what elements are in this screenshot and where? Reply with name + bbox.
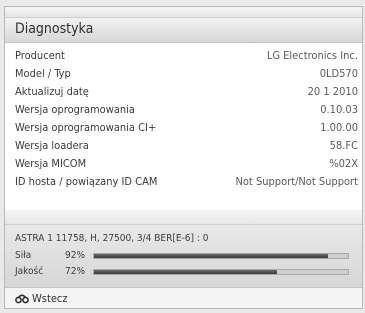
info-label: Producent xyxy=(15,49,65,62)
title-bar: Diagnostyka xyxy=(5,17,362,43)
meter-label: Jakość xyxy=(15,266,44,277)
info-row: Wersja loadera 58.FC xyxy=(5,137,362,154)
meter-bar xyxy=(93,253,349,259)
meter-bar xyxy=(93,269,349,275)
footer: Wstecz xyxy=(5,288,362,308)
info-row: Aktualizuj datę 20 1 2010 xyxy=(5,83,362,100)
back-icon xyxy=(15,294,29,304)
info-row: Wersja MICOM %02X xyxy=(5,155,362,172)
channel-info: ASTRA 1 11758, H, 27500, 3/4 BER[E-6] : … xyxy=(15,233,209,244)
signal-panel: ASTRA 1 11758, H, 27500, 3/4 BER[E-6] : … xyxy=(5,225,362,288)
info-label: Model / Typ xyxy=(15,67,71,80)
info-row: Wersja oprogramowania 0.10.03 xyxy=(5,101,362,118)
separator xyxy=(5,210,362,225)
info-label: ID hosta / powiązany ID CAM xyxy=(15,175,158,188)
dialog-title: Diagnostyka xyxy=(15,21,94,37)
meter-fill xyxy=(94,254,328,258)
back-button[interactable]: Wstecz xyxy=(15,291,68,307)
info-value: 0LD570 xyxy=(319,67,358,80)
info-label: Wersja MICOM xyxy=(15,157,87,170)
signal-strength-meter: Siła 92% xyxy=(5,249,362,263)
info-value: LG Electronics Inc. xyxy=(266,49,358,62)
info-value: 0.10.03 xyxy=(320,103,358,116)
info-row: Wersja oprogramowania CI+ 1.00.00 xyxy=(5,119,362,136)
info-value: 58.FC xyxy=(329,139,358,152)
info-label: Wersja loadera xyxy=(15,139,89,152)
info-list: Producent LG Electronics Inc. Model / Ty… xyxy=(5,43,362,210)
signal-quality-meter: Jakość 72% xyxy=(5,265,362,279)
meter-label: Siła xyxy=(15,250,32,261)
info-value: 20 1 2010 xyxy=(307,85,358,98)
info-label: Wersja oprogramowania CI+ xyxy=(15,121,157,134)
info-value: 1.00.00 xyxy=(320,121,358,134)
back-label[interactable]: Wstecz xyxy=(32,292,68,305)
info-value: %02X xyxy=(329,157,358,170)
info-row: Model / Typ 0LD570 xyxy=(5,65,362,82)
diagnostics-dialog: Diagnostyka Producent LG Electronics Inc… xyxy=(4,6,363,309)
info-value: Not Support/Not Support xyxy=(235,175,358,188)
info-row: Producent LG Electronics Inc. xyxy=(5,47,362,64)
meter-fill xyxy=(94,270,277,274)
info-label: Wersja oprogramowania xyxy=(15,103,135,116)
info-label: Aktualizuj datę xyxy=(15,85,89,98)
top-strip xyxy=(5,7,362,17)
meter-percent: 92% xyxy=(65,250,85,261)
meter-percent: 72% xyxy=(65,266,85,277)
info-row: ID hosta / powiązany ID CAM Not Support/… xyxy=(5,173,362,190)
